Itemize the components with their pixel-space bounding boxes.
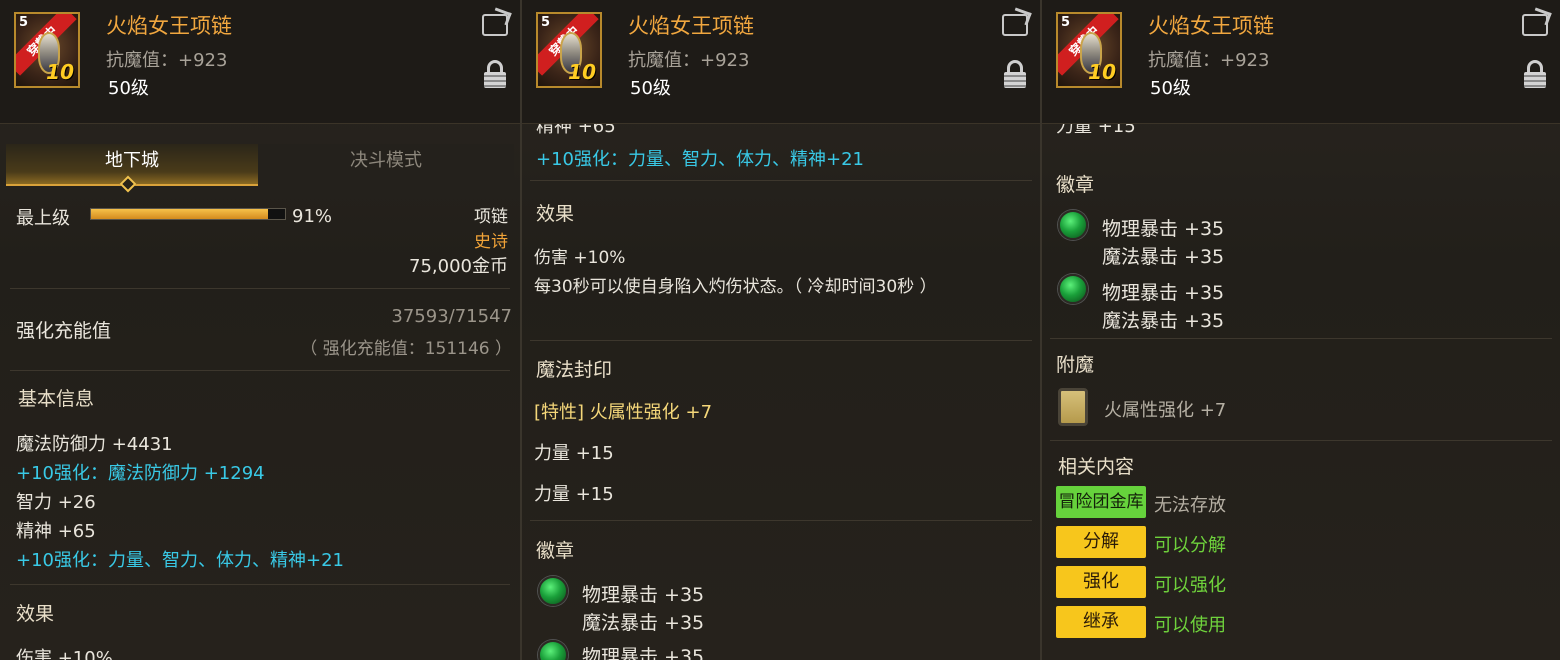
enchant-line: 火属性强化 +7 bbox=[1104, 400, 1227, 421]
enhance-level-badge: 10 bbox=[568, 60, 596, 84]
effect-line-cut: 伤害 +10% bbox=[16, 648, 113, 660]
section-title-emblem: 徽章 bbox=[1056, 174, 1095, 196]
item-icon-level: 5 bbox=[1061, 15, 1071, 30]
related-status: 无法存放 bbox=[1154, 495, 1226, 516]
item-rarity: 史诗 bbox=[474, 232, 508, 252]
item-icon-level: 5 bbox=[541, 15, 551, 30]
lock-icon[interactable] bbox=[1524, 60, 1546, 88]
disassemble-button[interactable]: 分解 bbox=[1056, 526, 1146, 558]
item-icon: 5 穿戴中 10 bbox=[1056, 12, 1122, 88]
charge-label: 强化充能值 bbox=[16, 320, 112, 342]
enhance-level-badge: 10 bbox=[46, 60, 74, 84]
effect-line: 伤害 +10% bbox=[534, 248, 626, 268]
item-level: 50级 bbox=[630, 78, 671, 99]
item-header: 5 穿戴中 10 火焰女王项链 抗魔值：+923 50级 bbox=[522, 0, 1040, 124]
emblem-line: 物理暴击 +35 bbox=[582, 584, 705, 606]
seal-trait-line: [特性] 火属性强化 +7 bbox=[534, 402, 713, 423]
inherit-button[interactable]: 继承 bbox=[1056, 606, 1146, 638]
effect-line: 每30秒可以使自身陷入灼伤状态。（ 冷却时间30秒 ） bbox=[534, 277, 937, 297]
seal-line: 力量 +15 bbox=[534, 443, 614, 464]
grade-percent: 91% bbox=[292, 206, 333, 227]
enhance-button[interactable]: 强化 bbox=[1056, 566, 1146, 598]
section-title-magic-seal: 魔法封印 bbox=[536, 359, 613, 381]
item-stat-line: 抗魔值：+923 bbox=[1148, 50, 1270, 71]
grade-label: 最上级 bbox=[16, 208, 70, 229]
item-header: 5 穿戴中 10 火焰女王项链 抗魔值：+923 50级 bbox=[1042, 0, 1560, 124]
section-title-basic-info: 基本信息 bbox=[18, 388, 95, 410]
item-name: 火焰女王项链 bbox=[628, 14, 754, 38]
basic-line: 魔法防御力 +4431 bbox=[16, 434, 173, 455]
charge-detail: （ 强化充能值：151146 ） bbox=[300, 339, 512, 359]
item-icon-level: 5 bbox=[19, 15, 29, 30]
item-stat-line: 抗魔值：+923 bbox=[106, 50, 228, 71]
related-status: 可以使用 bbox=[1154, 615, 1226, 636]
item-level: 50级 bbox=[1150, 78, 1191, 99]
enhance-level-badge: 10 bbox=[1088, 60, 1116, 84]
emblem-line: 魔法暴击 +35 bbox=[582, 612, 705, 634]
item-stat-line: 抗魔值：+923 bbox=[628, 50, 750, 71]
lock-icon[interactable] bbox=[1004, 60, 1026, 88]
section-title-effect: 效果 bbox=[16, 603, 55, 625]
basic-line: 智力 +26 bbox=[16, 492, 96, 513]
section-title-enchant: 附魔 bbox=[1056, 354, 1095, 376]
related-status: 可以分解 bbox=[1154, 535, 1226, 556]
item-icon: 5 穿戴中 10 bbox=[536, 12, 602, 88]
basic-line-enhance: +10强化：力量、智力、体力、精神+21 bbox=[536, 149, 864, 170]
emblem-line: 魔法暴击 +35 bbox=[1102, 246, 1225, 268]
basic-line: 精神 +65 bbox=[16, 521, 96, 542]
tab-duel-mode[interactable]: 决斗模式 bbox=[258, 144, 514, 186]
section-title-related: 相关内容 bbox=[1058, 456, 1135, 478]
seal-line: 力量 +15 bbox=[534, 484, 614, 505]
item-price: 75,000金币 bbox=[409, 256, 508, 277]
share-icon[interactable] bbox=[482, 14, 508, 36]
item-level: 50级 bbox=[108, 78, 149, 99]
emblem-orb-icon bbox=[1058, 210, 1088, 240]
emblem-line: 魔法暴击 +35 bbox=[1102, 310, 1225, 332]
item-slot: 项链 bbox=[474, 207, 508, 227]
emblem-line-cut: 物理暴击 +35 bbox=[582, 646, 705, 660]
emblem-line: 物理暴击 +35 bbox=[1102, 282, 1225, 304]
grade-progress-bar bbox=[90, 208, 286, 220]
adventure-vault-button[interactable]: 冒险团金库 bbox=[1056, 486, 1146, 518]
lock-icon[interactable] bbox=[484, 60, 506, 88]
item-tooltip-panel-3: 力量 +15 5 穿戴中 10 火焰女王项链 抗魔值：+923 50级 徽章 物… bbox=[1042, 0, 1560, 660]
section-title-emblem: 徽章 bbox=[536, 540, 575, 562]
item-name: 火焰女王项链 bbox=[106, 14, 232, 38]
emblem-orb-icon bbox=[538, 576, 568, 606]
emblem-orb-icon bbox=[538, 640, 568, 660]
share-icon[interactable] bbox=[1002, 14, 1028, 36]
item-name: 火焰女王项链 bbox=[1148, 14, 1274, 38]
related-status: 可以强化 bbox=[1154, 575, 1226, 596]
item-tooltip-panel-2: 精神 +65 +10强化：力量、智力、体力、精神+21 5 穿戴中 10 火焰女… bbox=[522, 0, 1040, 660]
item-header: 5 穿戴中 10 火焰女王项链 抗魔值：+923 50级 bbox=[0, 0, 520, 124]
basic-line-enhance: +10强化：力量、智力、体力、精神+21 bbox=[16, 550, 344, 571]
basic-line-enhance: +10强化：魔法防御力 +1294 bbox=[16, 463, 265, 484]
share-icon[interactable] bbox=[1522, 14, 1548, 36]
item-icon: 5 穿戴中 10 bbox=[14, 12, 80, 88]
enchant-card-icon bbox=[1058, 388, 1088, 426]
item-tooltip-panel-1: 5 穿戴中 10 火焰女王项链 抗魔值：+923 50级 地下城 决斗模式 最上… bbox=[0, 0, 520, 660]
emblem-line: 物理暴击 +35 bbox=[1102, 218, 1225, 240]
emblem-orb-icon bbox=[1058, 274, 1088, 304]
section-title-effect: 效果 bbox=[536, 203, 575, 225]
charge-value: 37593/71547 bbox=[391, 306, 512, 327]
